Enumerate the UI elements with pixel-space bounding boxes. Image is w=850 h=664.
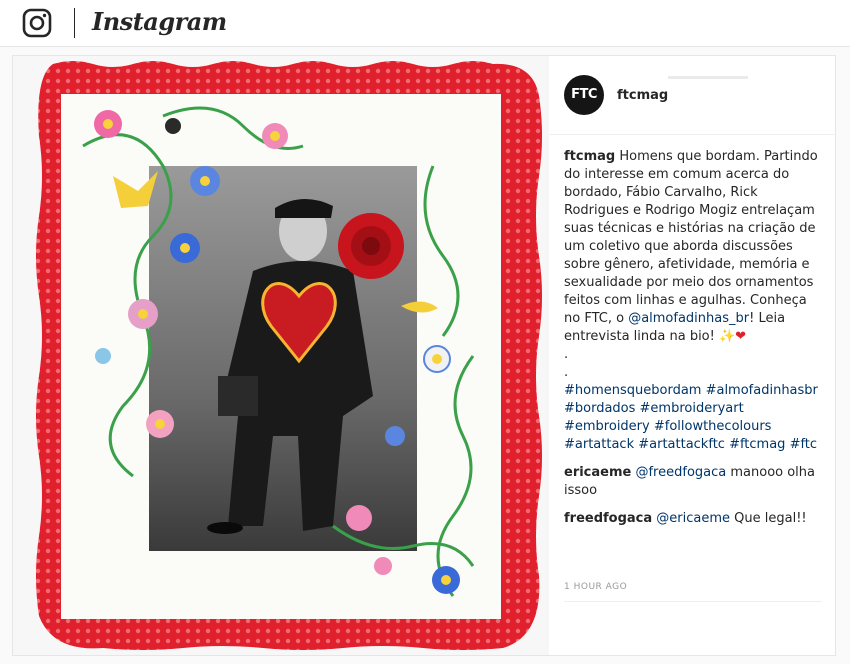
embroidered-rose — [338, 213, 404, 279]
instagram-camera-icon[interactable] — [22, 8, 52, 38]
post-header: FTC ftcmag — [550, 56, 836, 135]
post-card: FTC ftcmag ftcmag Homens que bordam. Par… — [12, 55, 836, 656]
post-timestamp[interactable]: 1 HOUR AGO — [564, 582, 627, 592]
comments-list: ftcmag Homens que bordam. Partindo do in… — [564, 148, 826, 538]
comment-divider — [564, 601, 822, 602]
header-divider — [74, 8, 75, 38]
heart-emoji: ❤ — [735, 329, 747, 344]
author-username[interactable]: ftcmag — [617, 88, 668, 103]
embroidered-photo-artwork — [36, 61, 542, 650]
caption-dot-1: . — [564, 347, 569, 362]
top-nav: Instagram — [0, 0, 850, 47]
caption: ftcmag Homens que bordam. Partindo do in… — [564, 148, 826, 454]
avatar[interactable]: FTC — [564, 75, 604, 115]
caption-dot-2: . — [564, 365, 569, 380]
caption-text-1: Homens que bordam. Partindo do interesse… — [564, 149, 818, 326]
comment-item: ericaeme @freedfogaca manooo olha issoo — [564, 464, 826, 500]
comment-item: freedfogaca @ericaeme Que legal!! — [564, 510, 826, 528]
comment-text: Que legal!! — [730, 511, 807, 526]
comment-mention[interactable]: @ericaeme — [656, 511, 730, 526]
sparkle-emoji: ✨ — [718, 329, 736, 344]
header-placeholder-line — [668, 76, 748, 79]
comment-username[interactable]: ericaeme — [564, 465, 631, 480]
caption-mention[interactable]: @almofadinhas_br — [628, 311, 749, 326]
comment-username[interactable]: freedfogaca — [564, 511, 652, 526]
post-sidebar: FTC ftcmag ftcmag Homens que bordam. Par… — [550, 56, 836, 655]
instagram-wordmark[interactable]: Instagram — [92, 7, 227, 36]
comment-mention[interactable]: @freedfogaca — [635, 465, 726, 480]
caption-username[interactable]: ftcmag — [564, 149, 615, 164]
caption-hashtags[interactable]: #homensquebordam #almofadinhasbr #bordad… — [564, 383, 818, 452]
post-image[interactable] — [13, 56, 549, 655]
